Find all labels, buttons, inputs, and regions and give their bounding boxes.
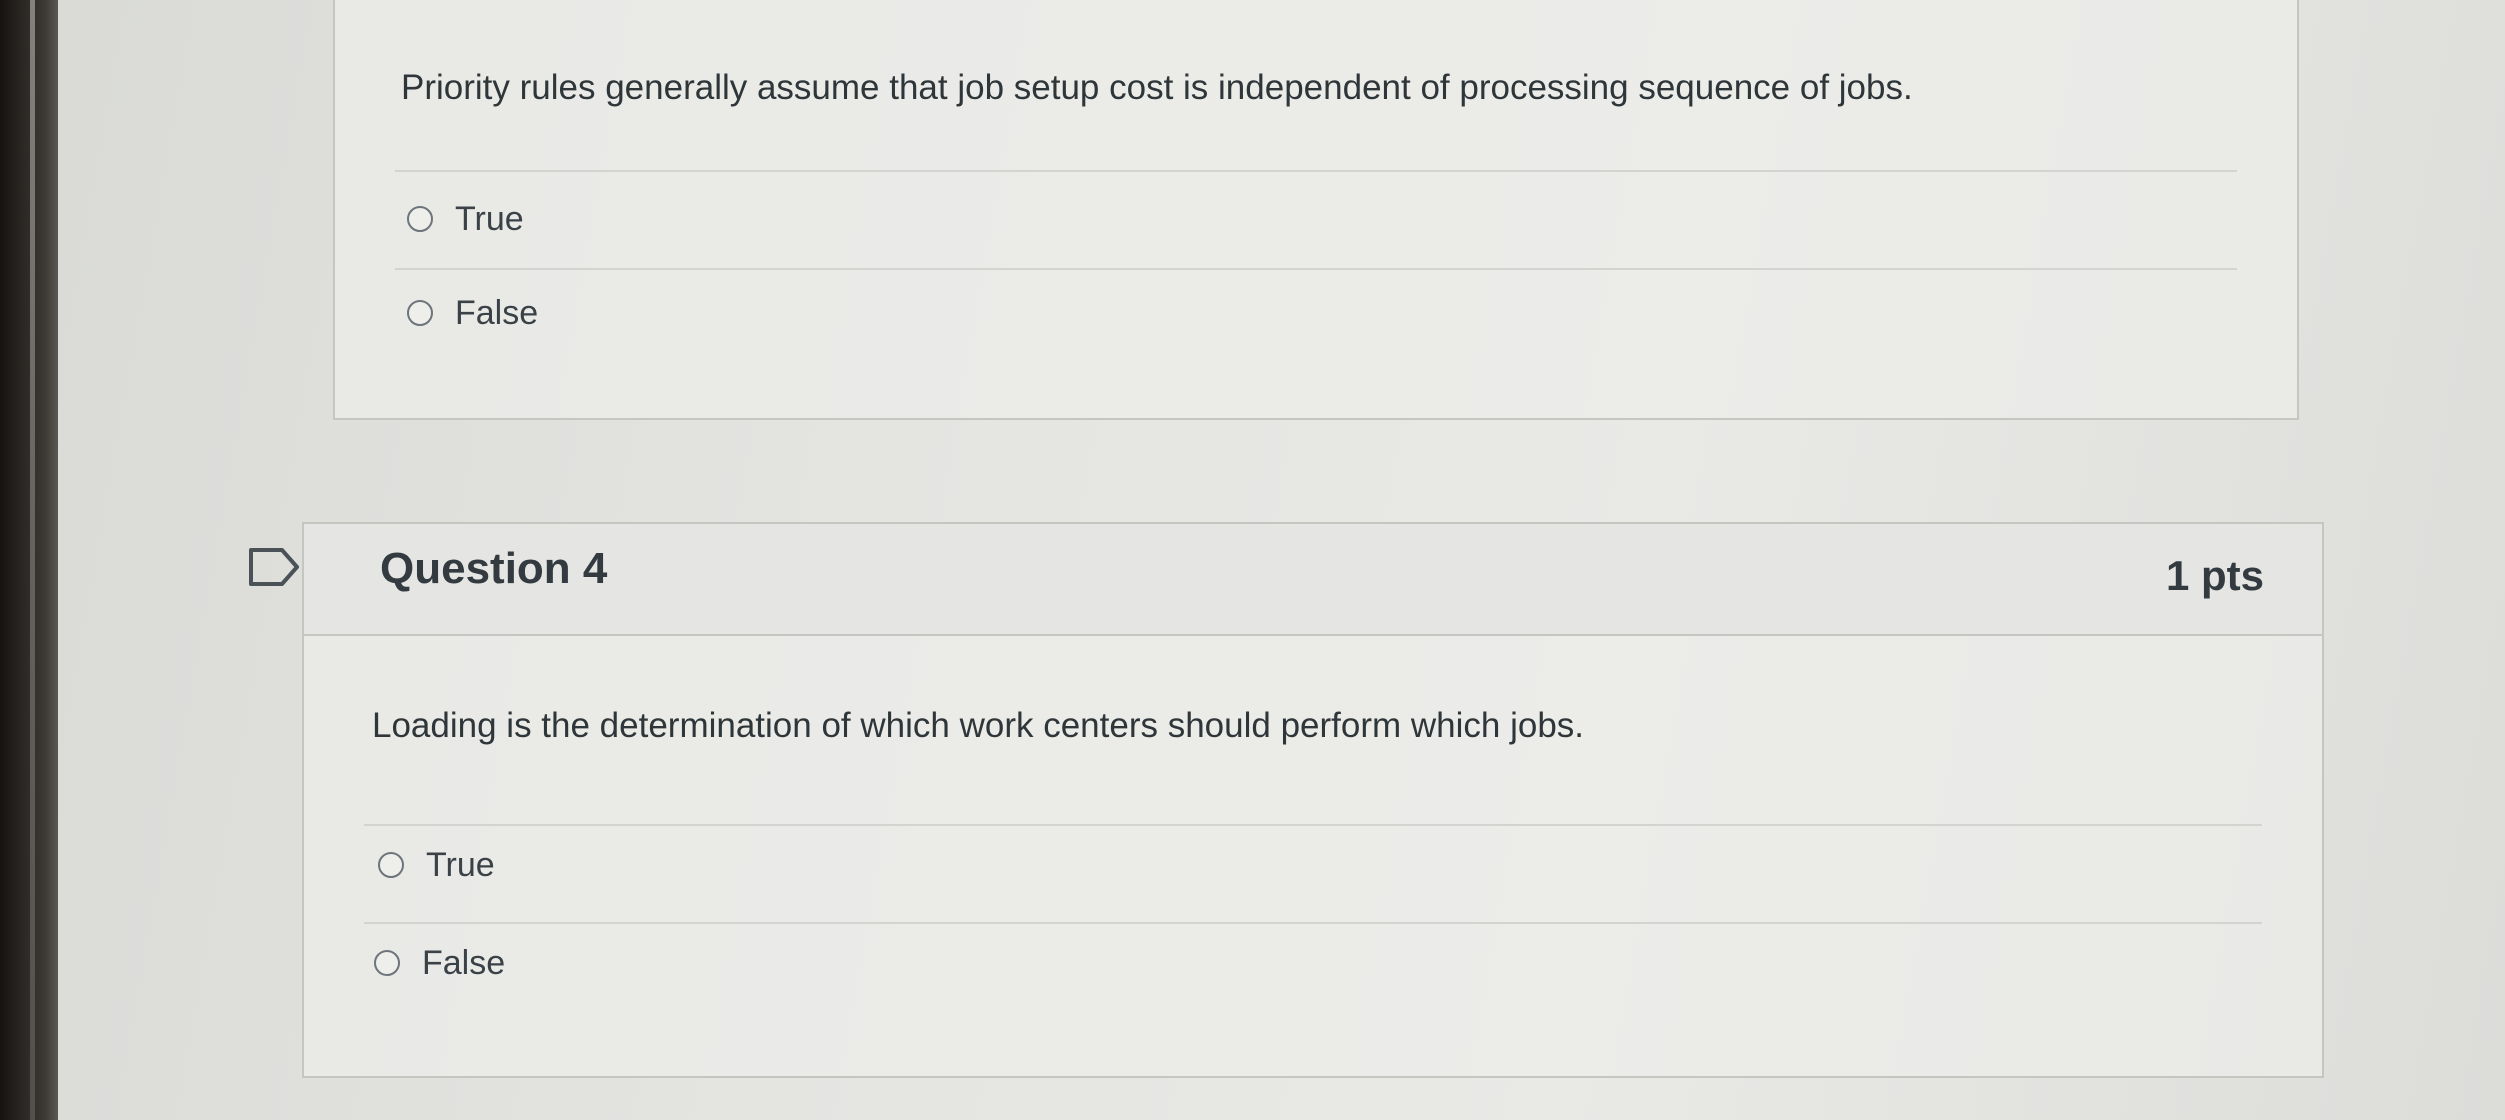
radio-unselected-icon[interactable] [407, 300, 433, 326]
question-card-4: Question 4 1 pts Loading is the determin… [302, 522, 2324, 1078]
divider [395, 170, 2237, 172]
divider [364, 824, 2262, 826]
radio-unselected-icon[interactable] [378, 852, 404, 878]
answer-label: True [455, 199, 524, 238]
answer-option-true[interactable]: True [407, 194, 524, 244]
bezel-edge [30, 0, 35, 1120]
answer-label: True [426, 845, 495, 884]
answer-option-false[interactable]: False [374, 938, 505, 988]
radio-unselected-icon[interactable] [374, 950, 400, 976]
question-points: 1 pts [2165, 552, 2264, 599]
answer-label: False [455, 293, 539, 332]
divider [364, 922, 2262, 924]
answer-option-true[interactable]: True [378, 840, 495, 890]
question-text: Loading is the determination of which wo… [372, 706, 1585, 745]
radio-unselected-icon[interactable] [407, 206, 433, 232]
divider [395, 268, 2237, 270]
monitor-bezel [0, 0, 58, 1120]
answer-option-false[interactable]: False [407, 288, 538, 338]
question-header: Question 4 1 pts [304, 524, 2322, 636]
flag-question-icon[interactable] [248, 547, 300, 587]
answer-label: False [422, 943, 506, 982]
question-title: Question 4 [380, 544, 608, 593]
question-text: Priority rules generally assume that job… [401, 68, 1913, 107]
question-card-3: Priority rules generally assume that job… [333, 0, 2299, 420]
